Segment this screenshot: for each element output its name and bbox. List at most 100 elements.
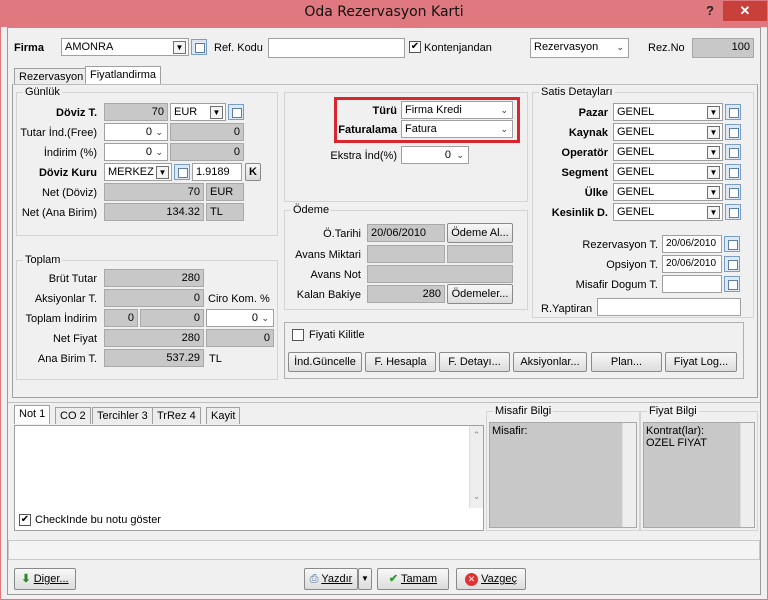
satis-select[interactable]: GENEL ▼ [613,163,723,181]
fiyati-kilitle-label: Fiyati Kilitle [309,329,365,341]
action-button[interactable]: Fiyat Log... [665,352,737,372]
doviz-t-currency-select[interactable]: EUR ▼ [170,103,226,121]
tamam-button[interactable]: ✔ Tamam [377,568,449,590]
doviz-kuru-label: Döviz Kuru [38,167,97,179]
action-button[interactable]: Aksiyonlar... [513,352,587,372]
note-tab[interactable]: Tercihler 3 [92,407,153,424]
r-yaptiran-input[interactable] [597,298,741,316]
lookup-icon[interactable] [725,144,741,160]
action-button[interactable]: F. Hesapla [365,352,436,372]
ref-kodu-label: Ref. Kodu [214,42,263,54]
close-button[interactable]: ✕ [723,1,767,21]
turu-value: Firma Kredi [405,104,462,116]
k-button[interactable]: K [245,163,261,181]
odeme-al-button[interactable]: Ödeme Al... [447,223,513,243]
firma-select[interactable]: AMONRA ▼ [61,38,189,56]
chevron-down-icon: ⌄ [456,150,464,160]
satis-select[interactable]: GENEL ▼ [613,103,723,121]
yazdir-label: Yazdır [321,573,353,585]
yazdir-menu-button[interactable]: ▼ [358,568,372,590]
tutar-ind-select[interactable]: 0 ⌄ [104,123,168,141]
ana-birim-value: 537.29 [104,349,204,367]
note-tab[interactable]: CO 2 [55,407,91,424]
currency-lookup-icon[interactable] [228,104,244,120]
fiyati-kilitle-checkbox[interactable] [292,329,304,341]
tab-rezervasyon[interactable]: Rezervasyon [14,68,89,85]
rez-t-value[interactable]: 20/06/2010 [662,235,722,253]
satis-select[interactable]: GENEL ▼ [613,143,723,161]
lookup-icon[interactable] [725,204,741,220]
misafir-scrollbar[interactable] [622,423,636,527]
fiyat-scrollbar[interactable] [740,423,754,527]
aksiyonlar-label: Aksiyonlar T. [34,293,97,305]
lookup-icon[interactable] [725,124,741,140]
avans-miktari-a [367,245,445,263]
note-tab[interactable]: Not 1 [14,405,51,424]
lookup-icon[interactable] [725,184,741,200]
doviz-kuru-source-select[interactable]: MERKEZ ▼ [104,163,172,181]
satis-select[interactable]: GENEL ▼ [613,123,723,141]
rez-type-value: Rezervasyon [534,41,599,53]
doviz-t-value: 70 [104,103,168,121]
calendar-icon[interactable] [724,276,740,292]
yazdir-button[interactable]: ⎙ Yazdır [304,568,358,590]
diger-button[interactable]: ⬇ Diger... [14,568,76,590]
satis-select[interactable]: GENEL ▼ [613,183,723,201]
vazgec-button[interactable]: ✕ Vazgeç [456,568,526,590]
action-button[interactable]: İnd.Güncelle [288,352,362,372]
satis-select[interactable]: GENEL ▼ [613,203,723,221]
toplam-ind-select[interactable]: 0 ⌄ [206,309,274,327]
kur-lookup-icon[interactable] [174,164,190,180]
opsiyon-label: Opsiyon T. [606,259,658,271]
scroll-down-icon: ⌄ [472,491,481,501]
toplam-ind-label: Toplam İndirim [25,313,97,325]
note-scrollbar[interactable]: ⌃ ⌄ [469,426,483,508]
chevron-down-icon: ⌄ [500,124,508,134]
satis-label: Operatör [561,147,608,159]
rez-type-select[interactable]: Rezervasyon ⌄ [530,38,629,58]
note-textarea[interactable]: ⌃ ⌄ ✔ CheckInde bu notu göster [14,425,484,531]
satis-value: GENEL [617,206,655,218]
toplam-ind-sel: 0 [251,312,258,324]
tab-panel: Günlük Döviz T. 70 EUR ▼ Tutar İnd.(Free… [12,84,758,398]
net-doviz-label: Net (Döviz) [41,187,97,199]
ana-birim-label: Ana Birim T. [37,353,97,365]
satis-label: Ülke [584,187,608,199]
lookup-icon[interactable] [725,104,741,120]
doviz-t-label: Döviz T. [56,107,97,119]
fiyat-bilgi-line1: Kontrat(lar): [646,425,705,437]
misafir-dogum-label: Misafir Dogum T. [575,279,658,291]
rez-no-label: Rez.No [648,42,685,54]
satis-value: GENEL [617,146,655,158]
lookup-icon[interactable] [725,164,741,180]
firma-lookup-icon[interactable] [191,39,207,55]
note-tab[interactable]: Kayit [206,407,241,424]
kontenjandan-checkbox[interactable]: ✔ [409,41,421,53]
tab-fiyatlandirma[interactable]: Fiyatlandirma [85,66,162,85]
calendar-icon[interactable] [724,236,740,252]
doviz-kuru-value[interactable]: 1.9189 [192,163,242,181]
odemeler-button[interactable]: Ödemeler... [447,284,513,304]
turu-select[interactable]: Firma Kredi ⌄ [401,101,513,119]
action-button[interactable]: Plan... [591,352,662,372]
note-tab[interactable]: TrRez 4 [152,407,201,424]
avans-miktari-label: Avans Miktari [295,249,361,261]
opsiyon-value[interactable]: 20/06/2010 [662,255,722,273]
brut-value: 280 [104,269,204,287]
faturalama-select[interactable]: Fatura ⌄ [401,120,513,138]
calendar-icon[interactable] [724,256,740,272]
net-fiyat-b: 0 [206,329,274,347]
action-button[interactable]: F. Detayı... [439,352,510,372]
indirim-select[interactable]: 0 ⌄ [104,143,168,161]
indirim-sel: 0 [145,146,152,158]
ekstra-select[interactable]: 0 ⌄ [401,146,469,164]
misafir-dogum-input[interactable] [662,275,722,293]
checkin-note-label: CheckInde bu notu göster [35,514,161,526]
ref-kodu-input[interactable] [268,38,405,58]
diger-label: Diger... [33,573,69,585]
cancel-icon: ✕ [465,573,479,586]
misafir-bilgi-text: Misafir: [492,425,528,437]
checkin-note-checkbox[interactable]: ✔ [19,514,31,526]
firma-label: Firma [14,42,44,54]
odeme-tarih-value: 20/06/2010 [367,224,445,242]
